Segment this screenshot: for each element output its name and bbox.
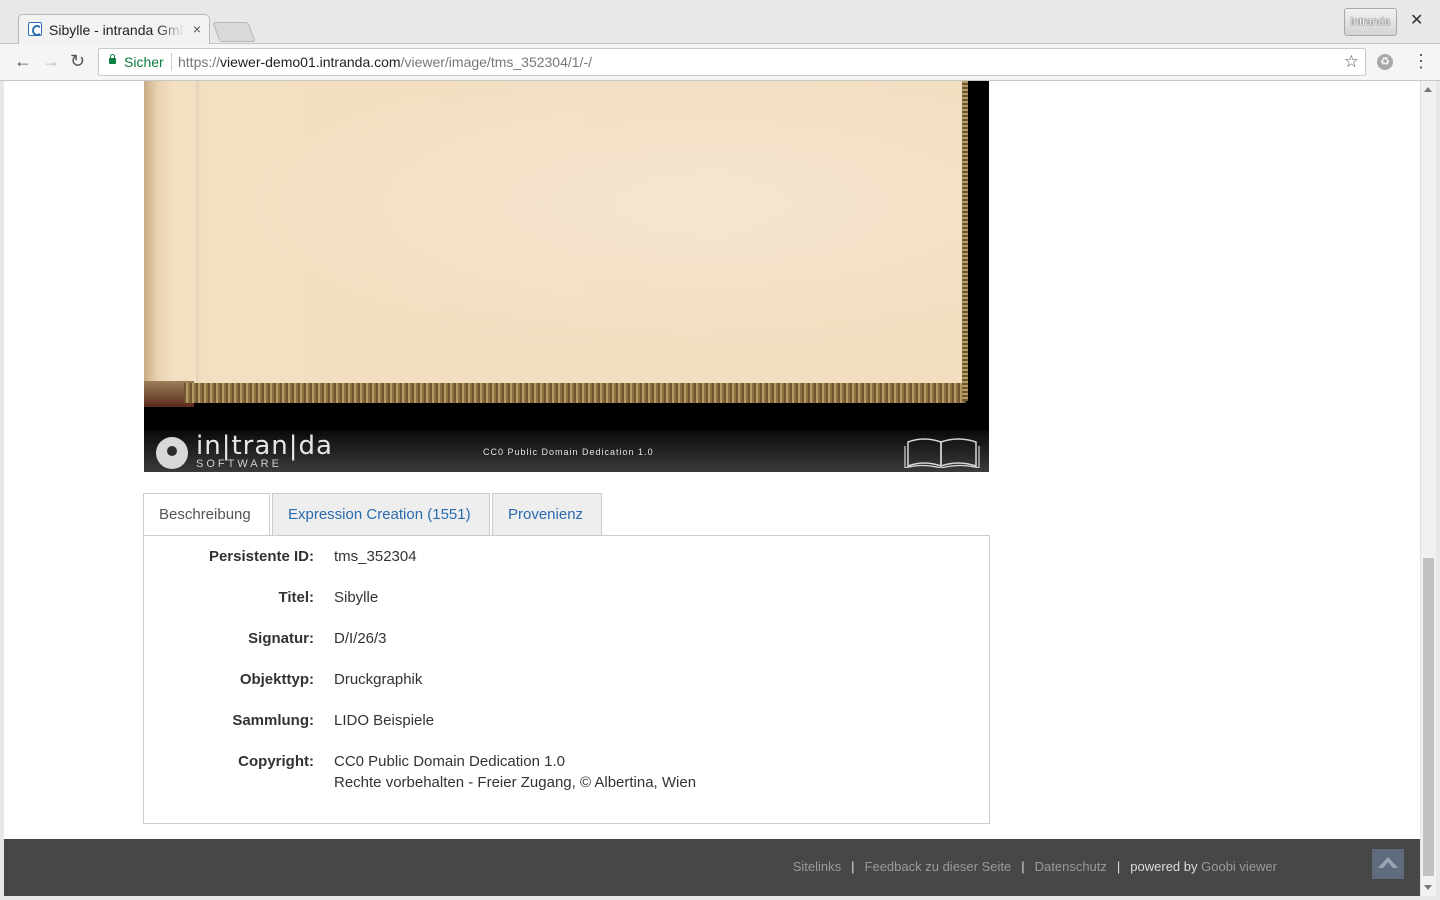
browser-toolbar: ← → ↻ Sicher https://viewer-demo01.intra… xyxy=(0,44,1440,81)
window-frame-bottom xyxy=(0,896,1440,900)
bookmark-star-icon[interactable]: ☆ xyxy=(1344,52,1359,72)
footer-powered-by: powered by xyxy=(1130,859,1198,874)
metadata-value: CC0 Public Domain Dedication 1.0 xyxy=(334,753,565,770)
reload-icon[interactable]: ↻ xyxy=(70,51,85,72)
metadata-value: LIDO Beispiele xyxy=(334,712,435,729)
url-scheme: https:// xyxy=(178,54,221,70)
image-watermark-bar: in|tran|da SOFTWARE CC0 Public Domain De… xyxy=(144,430,989,472)
tab-provenienz[interactable]: Provenienz xyxy=(492,493,602,536)
tab-favicon-icon xyxy=(28,22,42,36)
scroll-up-arrow-icon[interactable] xyxy=(1424,87,1432,92)
window-close-icon[interactable]: ✕ xyxy=(1410,10,1423,30)
metadata-value: D/I/26/3 xyxy=(334,630,387,647)
image-license-label: CC0 Public Domain Dedication 1.0 xyxy=(483,447,654,457)
footer-links: Sitelinks | Feedback zu dieser Seite | Daten… xyxy=(793,859,1277,874)
footer-separator: | xyxy=(1116,859,1121,874)
tab-expression-creation[interactable]: Expression Creation (1551) xyxy=(272,493,490,536)
tab-close-icon[interactable]: × xyxy=(193,21,201,37)
gilded-edge-bottom xyxy=(184,383,966,403)
lock-icon xyxy=(109,54,116,64)
metadata-label: Signatur: xyxy=(248,630,314,647)
footer-link-feedback[interactable]: Feedback zu dieser Seite xyxy=(865,859,1012,874)
metadata-label: Copyright: xyxy=(238,753,314,770)
tab-title: Sibylle - intranda GmbH xyxy=(49,22,184,38)
page-gutter xyxy=(196,81,202,386)
url-text[interactable]: https://viewer-demo01.intranda.com/viewe… xyxy=(178,54,592,70)
footer-link-goobi-viewer[interactable]: Goobi viewer xyxy=(1201,859,1277,874)
profile-button[interactable]: intranda xyxy=(1344,8,1397,36)
menu-icon[interactable]: ⋮ xyxy=(1412,51,1430,72)
metadata-label: Persistente ID: xyxy=(208,548,314,565)
gilded-edge-right xyxy=(962,81,968,401)
forward-icon[interactable]: → xyxy=(42,51,60,72)
metadata-value: Sibylle xyxy=(334,589,379,606)
intranda-logo-icon xyxy=(156,437,188,469)
page-viewport: in|tran|da SOFTWARE CC0 Public Domain De… xyxy=(4,81,1420,896)
window-frame-right xyxy=(1436,81,1440,896)
logo-wordmark: in|tran|da xyxy=(196,431,333,461)
scrollbar-thumb[interactable] xyxy=(1423,558,1434,876)
open-book-icon xyxy=(904,438,980,468)
footer-link-sitelinks[interactable]: Sitelinks xyxy=(793,859,841,874)
scanned-page xyxy=(144,81,966,388)
browser-tab[interactable]: Sibylle - intranda GmbH × xyxy=(18,14,210,45)
extension-icon[interactable]: ♻ xyxy=(1377,54,1393,70)
footer-link-datenschutz[interactable]: Datenschutz xyxy=(1035,859,1107,874)
tab-beschreibung[interactable]: Beschreibung xyxy=(143,493,270,537)
metadata-panel: Persistente ID: tms_352304 Titel: Sibyll… xyxy=(143,535,990,824)
new-tab-button[interactable] xyxy=(212,22,256,42)
browser-titlebar: Sibylle - intranda GmbH × intranda ✕ xyxy=(0,0,1440,45)
metadata-value: tms_352304 xyxy=(334,548,417,565)
url-host: viewer-demo01.intranda.com xyxy=(220,54,401,70)
url-path: /viewer/image/tms_352304/1/-/ xyxy=(400,54,592,70)
address-bar[interactable]: Sicher https://viewer-demo01.intranda.co… xyxy=(98,48,1366,76)
back-to-top-button[interactable] xyxy=(1372,849,1404,879)
page-scrollbar[interactable] xyxy=(1420,81,1436,896)
scroll-down-arrow-icon[interactable] xyxy=(1424,885,1432,890)
metadata-value: Rechte vorbehalten - Freier Zugang, © Al… xyxy=(334,774,697,791)
metadata-value: Druckgraphik xyxy=(334,671,423,688)
footer-separator: | xyxy=(1021,859,1025,874)
metadata-label: Sammlung: xyxy=(232,712,314,729)
window-frame-left xyxy=(0,81,4,896)
footer-separator: | xyxy=(851,859,855,874)
back-icon[interactable]: ← xyxy=(14,51,32,72)
metadata-label: Objekttyp: xyxy=(239,671,314,688)
omnibox-divider xyxy=(171,53,172,71)
image-viewer[interactable]: in|tran|da SOFTWARE CC0 Public Domain De… xyxy=(144,81,989,472)
secure-label: Sicher xyxy=(124,54,164,70)
page-footer: Sitelinks | Feedback zu dieser Seite | Daten… xyxy=(4,839,1420,896)
metadata-label: Titel: xyxy=(278,589,314,606)
logo-subtitle: SOFTWARE xyxy=(196,458,282,470)
